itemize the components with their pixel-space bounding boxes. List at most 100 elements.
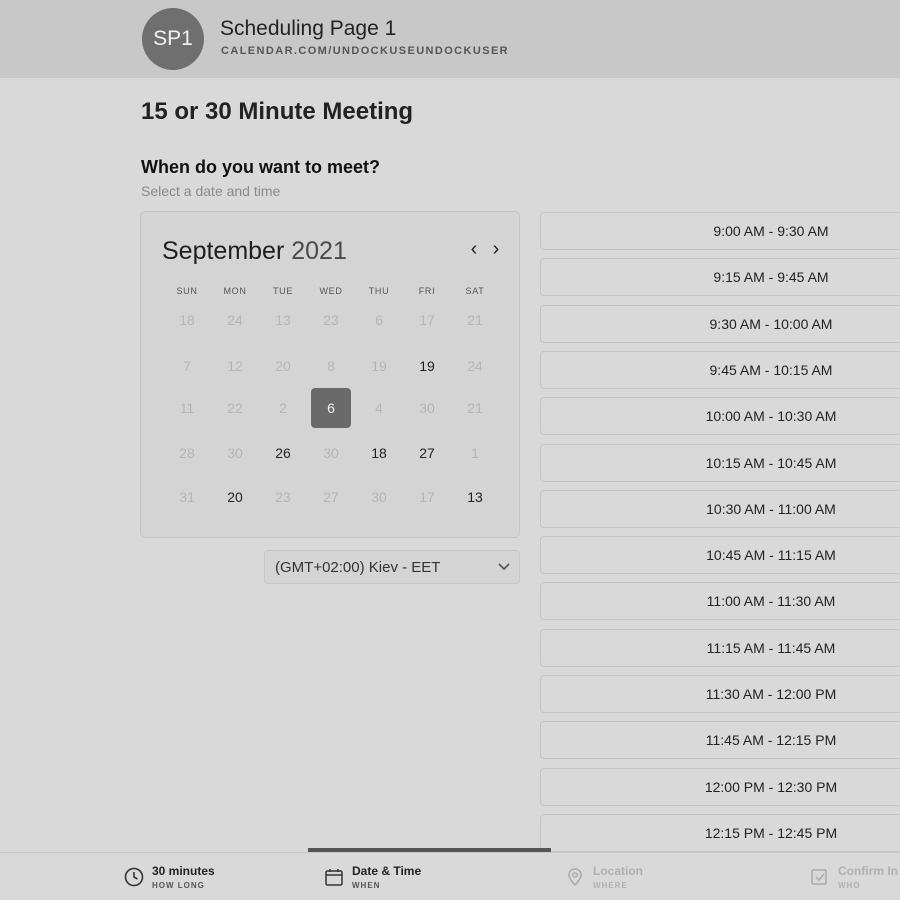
section-title: When do you want to meet? <box>141 157 380 177</box>
calendar-day: 24 <box>227 312 243 328</box>
scheduling-page-name: Scheduling Page 1 <box>220 17 397 40</box>
booking-steps-footer: 30 minutes HOW LONG Date & Time WHEN Locatio… <box>0 852 900 900</box>
time-slot-button[interactable]: 11:30 AM - 12:00 PM <box>540 675 900 713</box>
calendar-day[interactable]: 20 <box>215 477 255 517</box>
calendar-day: 8 <box>327 358 335 374</box>
calendar-day[interactable]: 13 <box>455 477 495 517</box>
calendar-day: 13 <box>275 312 291 328</box>
weekday-header-tue: TUE <box>272 286 294 296</box>
page-header: SP1 Scheduling Page 1 CALENDAR.COM/UNDOC… <box>0 0 900 78</box>
calendar-day: 22 <box>227 400 243 416</box>
timezone-select[interactable]: (GMT+02:00) Kiev - EET <box>264 550 520 584</box>
time-slot-button[interactable]: 11:00 AM - 11:30 AM <box>540 582 900 621</box>
calendar-icon <box>325 869 343 886</box>
time-slot-button[interactable]: 9:30 AM - 10:00 AM <box>540 304 900 343</box>
time-slot-button[interactable]: 12:00 PM - 12:30 PM <box>540 767 900 806</box>
calendar-day: 18 <box>179 312 195 328</box>
step-sublabel: HOW LONG <box>152 881 205 890</box>
previous-month-button[interactable]: ‹ <box>464 239 484 261</box>
calendar-day: 6 <box>375 312 383 328</box>
time-slot-button[interactable]: 10:15 AM - 10:45 AM <box>540 443 900 482</box>
calendar-day: 4 <box>375 400 383 416</box>
time-slot-label: 10:00 AM - 10:30 AM <box>705 408 837 425</box>
calendar-day: 21 <box>467 312 483 328</box>
time-slot-label: 10:30 AM - 11:00 AM <box>706 500 836 517</box>
time-slot-label: 12:15 PM - 12:45 PM <box>704 824 838 841</box>
calendar-day: 12 <box>227 358 243 374</box>
time-slot-button[interactable]: 10:30 AM - 11:00 AM <box>540 489 900 528</box>
calendar-day: 7 <box>183 358 191 374</box>
time-slot-button[interactable]: 9:45 AM - 10:15 AM <box>540 350 900 389</box>
clock-icon <box>124 867 144 887</box>
scheduling-page-url: CALENDAR.COM/UNDOCKUSEUNDOCKUSER <box>221 45 510 57</box>
calendar-day: 19 <box>371 358 387 374</box>
time-slot-label: 11:30 AM - 12:00 PM <box>705 686 837 702</box>
time-slot-label: 9:30 AM - 10:00 AM <box>709 315 833 332</box>
step-sublabel: WHO <box>838 881 861 890</box>
confirm-icon <box>811 869 827 885</box>
month-label: September <box>162 237 285 265</box>
time-slot-label: 11:15 AM - 11:45 AM <box>706 639 836 656</box>
calendar-day: 1 <box>471 445 479 461</box>
location-pin-icon <box>568 868 582 887</box>
calendar-day: 30 <box>227 445 243 461</box>
time-slot-button[interactable]: 10:45 AM - 11:15 AM <box>540 536 900 575</box>
timezone-label: (GMT+02:00) Kiev - EET <box>275 559 441 576</box>
time-slot-button[interactable]: 11:45 AM - 12:15 PM <box>540 721 900 760</box>
calendar-day: 28 <box>179 445 195 461</box>
time-slot-button[interactable]: 9:00 AM - 9:30 AM <box>540 212 900 250</box>
calendar-day: 24 <box>467 358 483 374</box>
calendar-day[interactable]: 27 <box>407 433 447 473</box>
time-slot-label: 10:15 AM - 10:45 AM <box>705 454 837 471</box>
calendar-day: 27 <box>323 489 339 505</box>
calendar-day: 2 <box>279 400 287 416</box>
avatar: SP1 <box>142 8 204 70</box>
time-slot-button[interactable]: 10:00 AM - 10:30 AM <box>540 397 900 436</box>
time-slot-label: 9:45 AM - 10:15 AM <box>709 361 833 378</box>
calendar-day: 21 <box>467 400 483 416</box>
time-slot-label: 11:45 AM - 12:15 PM <box>705 732 837 749</box>
calendar-day: 30 <box>419 400 435 416</box>
calendar-day: 17 <box>419 489 435 505</box>
weekday-header-sun: SUN <box>176 286 198 296</box>
step-label: 30 minutes <box>152 864 215 878</box>
section-subtitle: Select a date and time <box>141 183 281 199</box>
month-year-label: September 2021 <box>162 237 347 266</box>
year-label: 2021 <box>291 237 347 265</box>
weekday-header-wed: WED <box>319 286 343 296</box>
chevron-down-icon <box>498 563 510 571</box>
step-label: Date & Time <box>352 864 422 878</box>
calendar-day: 30 <box>371 489 387 505</box>
weekday-header-sat: SAT <box>465 286 485 296</box>
step-label: Location <box>593 864 643 878</box>
calendar-day: 11 <box>179 400 195 416</box>
time-slot-button[interactable]: 11:15 AM - 11:45 AM <box>540 628 900 667</box>
time-slot-label: 9:00 AM - 9:30 AM <box>713 223 829 239</box>
time-slot-label: 9:15 AM - 9:45 AM <box>713 269 829 286</box>
meeting-title: 15 or 30 Minute Meeting <box>141 98 414 125</box>
scheduling-page: SP1 Scheduling Page 1 CALENDAR.COM/UNDOC… <box>0 0 900 900</box>
weekday-header-fri: FRI <box>418 286 436 296</box>
selected-calendar-day[interactable]: 6 <box>311 388 351 428</box>
time-slot-button[interactable]: 9:15 AM - 9:45 AM <box>540 258 900 297</box>
calendar-day: 31 <box>179 489 195 505</box>
calendar-day: 20 <box>275 358 291 374</box>
calendar-day: 23 <box>275 489 291 505</box>
weekday-header-thu: THU <box>368 286 390 296</box>
time-slot-button[interactable]: 12:15 PM - 12:45 PM <box>540 813 900 852</box>
next-month-button[interactable]: › <box>486 239 506 261</box>
time-slot-label: 12:00 PM - 12:30 PM <box>704 778 838 795</box>
date-picker-calendar: September 2021 ‹ › SUN MON TUE WED THU FRI SAT… <box>140 211 520 538</box>
calendar-day[interactable]: 18 <box>359 433 399 473</box>
calendar-day[interactable]: 26 <box>263 433 303 473</box>
calendar-day: 17 <box>419 312 435 328</box>
time-slot-label: 10:45 AM - 11:15 AM <box>706 547 836 564</box>
weekday-header-mon: MON <box>223 286 247 296</box>
step-label: Confirm In <box>838 864 898 878</box>
calendar-day[interactable]: 19 <box>407 346 447 386</box>
calendar-day: 30 <box>323 445 339 461</box>
step-sublabel: WHEN <box>352 881 381 890</box>
time-slot-label: 11:00 AM - 11:30 AM <box>706 593 836 610</box>
step-sublabel: WHERE <box>593 881 628 890</box>
calendar-day: 23 <box>323 312 339 328</box>
